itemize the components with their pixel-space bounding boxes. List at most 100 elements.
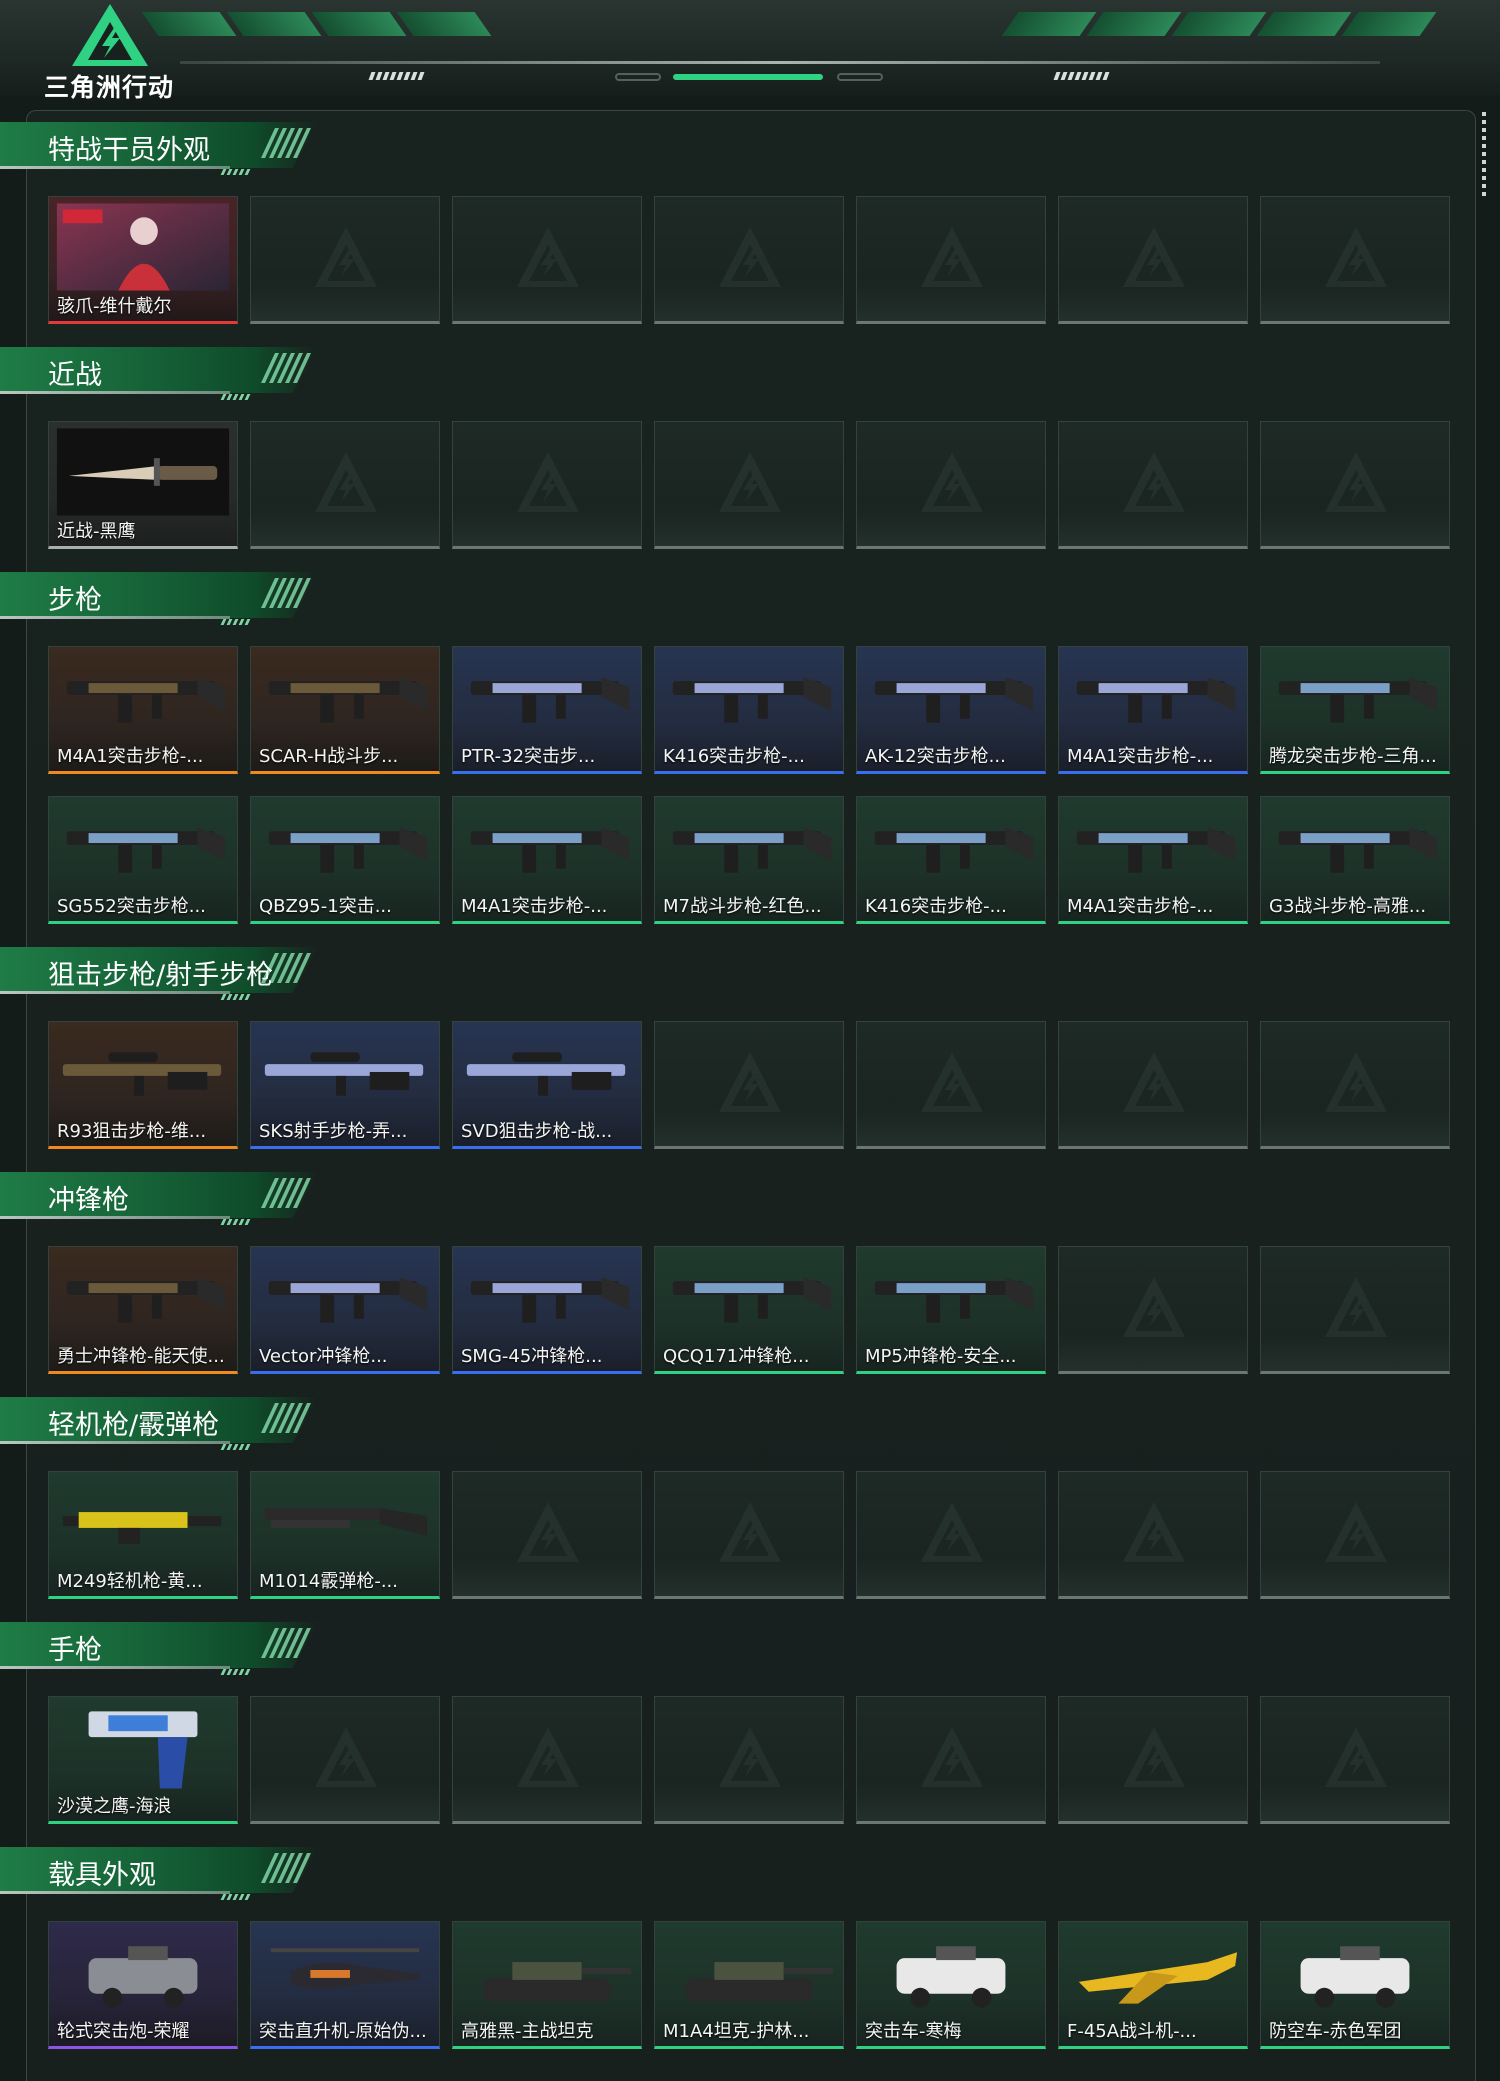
sniper-icon [466,1052,626,1096]
vehicle-icon [896,1946,1006,2008]
header-stripe [1086,12,1182,36]
item-card[interactable]: 沙漠之鹰-海浪 [48,1696,238,1824]
page-indicator [615,72,885,82]
vehicle-icon [1300,1946,1410,2008]
jet-icon [1078,1952,1238,2004]
empty-slot [1058,421,1248,549]
item-card[interactable]: SKS射手步枪-弄... [250,1021,440,1149]
item-label: SG552突击步枪... [57,896,206,917]
item-card[interactable]: R93狙击步枪-维... [48,1021,238,1149]
rifle-icon [874,677,1034,723]
item-card[interactable]: SG552突击步枪... [48,796,238,924]
item-card[interactable]: G3战斗步枪-高雅... [1260,796,1450,924]
category-header-slashes [261,1178,311,1212]
item-card[interactable]: Vector冲锋枪... [250,1246,440,1374]
empty-slot [1260,1021,1450,1149]
item-card[interactable]: 轮式突击炮-荣耀 [48,1921,238,2049]
delta-watermark-icon [1121,1500,1187,1564]
category-header: 近战 [0,347,330,400]
item-card[interactable]: QBZ95-1突击... [250,796,440,924]
item-label: M4A1突击步枪-... [461,896,608,917]
category-header-edge [0,1666,230,1669]
rifle-icon [672,677,832,723]
item-card[interactable]: SMG-45冲锋枪... [452,1246,642,1374]
item-card[interactable]: 突击车-寒梅 [856,1921,1046,2049]
header-stripe [311,12,407,36]
smg-icon [470,1277,630,1323]
delta-watermark-icon [515,1500,581,1564]
item-card[interactable]: 骇爪-维什戴尔 [48,196,238,324]
item-card[interactable]: M249轻机枪-黄... [48,1471,238,1599]
rifle-icon [1076,827,1236,873]
item-card[interactable]: MP5冲锋枪-安全... [856,1246,1046,1374]
item-card[interactable]: M4A1突击步枪-... [1058,796,1248,924]
scrollbar-handle[interactable] [1482,112,1488,200]
item-label: SCAR-H战斗步... [259,746,399,767]
category-header-slashes [261,1403,311,1437]
brand-name: 三角洲行动 [44,73,175,102]
item-card[interactable]: SCAR-H战斗步... [250,646,440,774]
item-card[interactable]: M1014霰弹枪-... [250,1471,440,1599]
rifle-icon [1278,827,1438,873]
category-title: 轻机枪/霰弹枪 [48,1410,220,1441]
pistol-icon [88,1711,198,1789]
rifle-icon [470,677,630,723]
item-card[interactable]: 高雅黑-主战坦克 [452,1921,642,2049]
smg-icon [874,1277,1034,1323]
header-stripe [1171,12,1267,36]
empty-slot [452,1471,642,1599]
item-label: 突击车-寒梅 [865,2021,962,2042]
delta-watermark-icon [1121,1725,1187,1789]
empty-slot [856,1696,1046,1824]
empty-slot [654,1471,844,1599]
empty-slot [856,196,1046,324]
category-header: 载具外观 [0,1847,330,1900]
item-label: M1A4坦克-护林... [663,2021,810,2042]
category-title: 冲锋枪 [48,1185,129,1216]
rifle-icon [874,827,1034,873]
category-header-edge [0,391,230,394]
shotgun-icon [264,1508,428,1536]
item-label: AK-12突击步枪... [865,746,1006,767]
item-label: SVD狙击步枪-战... [461,1121,613,1142]
delta-watermark-icon [1323,225,1389,289]
item-card[interactable]: 突击直升机-原始伪... [250,1921,440,2049]
empty-slot [1260,1246,1450,1374]
delta-watermark-icon [919,1050,985,1114]
item-card[interactable]: 近战-黑鹰 [48,421,238,549]
empty-slot [856,1471,1046,1599]
item-card[interactable]: PTR-32突击步... [452,646,642,774]
empty-slot [452,421,642,549]
delta-watermark-icon [1121,1050,1187,1114]
item-card[interactable]: K416突击步枪-... [654,646,844,774]
item-card[interactable]: M4A1突击步枪-... [1058,646,1248,774]
item-label: 轮式突击炮-荣耀 [57,2021,190,2042]
item-label: 突击直升机-原始伪... [259,2021,427,2042]
empty-slot [452,1696,642,1824]
item-card[interactable]: M1A4坦克-护林... [654,1921,844,2049]
sniper-icon [264,1052,424,1096]
item-card[interactable]: 防空车-赤色军团 [1260,1921,1450,2049]
item-card[interactable]: AK-12突击步枪... [856,646,1046,774]
delta-watermark-icon [717,225,783,289]
item-card[interactable]: 勇士冲锋枪-能天使... [48,1246,238,1374]
empty-slot [1260,421,1450,549]
header-stripe [1001,12,1097,36]
delta-watermark-icon [515,1725,581,1789]
item-card[interactable]: SVD狙击步枪-战... [452,1021,642,1149]
item-card[interactable]: M7战斗步枪-红色... [654,796,844,924]
delta-watermark-icon [1323,1275,1389,1339]
item-card[interactable]: M4A1突击步枪-... [48,646,238,774]
item-label: 骇爪-维什戴尔 [57,296,172,317]
item-card[interactable]: K416突击步枪-... [856,796,1046,924]
item-card[interactable]: M4A1突击步枪-... [452,796,642,924]
empty-slot [654,421,844,549]
category-header-slashes [261,953,311,987]
empty-slot [452,196,642,324]
item-card[interactable]: 腾龙突击步枪-三角... [1260,646,1450,774]
empty-slot [250,1696,440,1824]
delta-watermark-icon [515,225,581,289]
category-header-ticks [220,610,252,629]
item-card[interactable]: F-45A战斗机-... [1058,1921,1248,2049]
item-card[interactable]: QCQ171冲锋枪... [654,1246,844,1374]
